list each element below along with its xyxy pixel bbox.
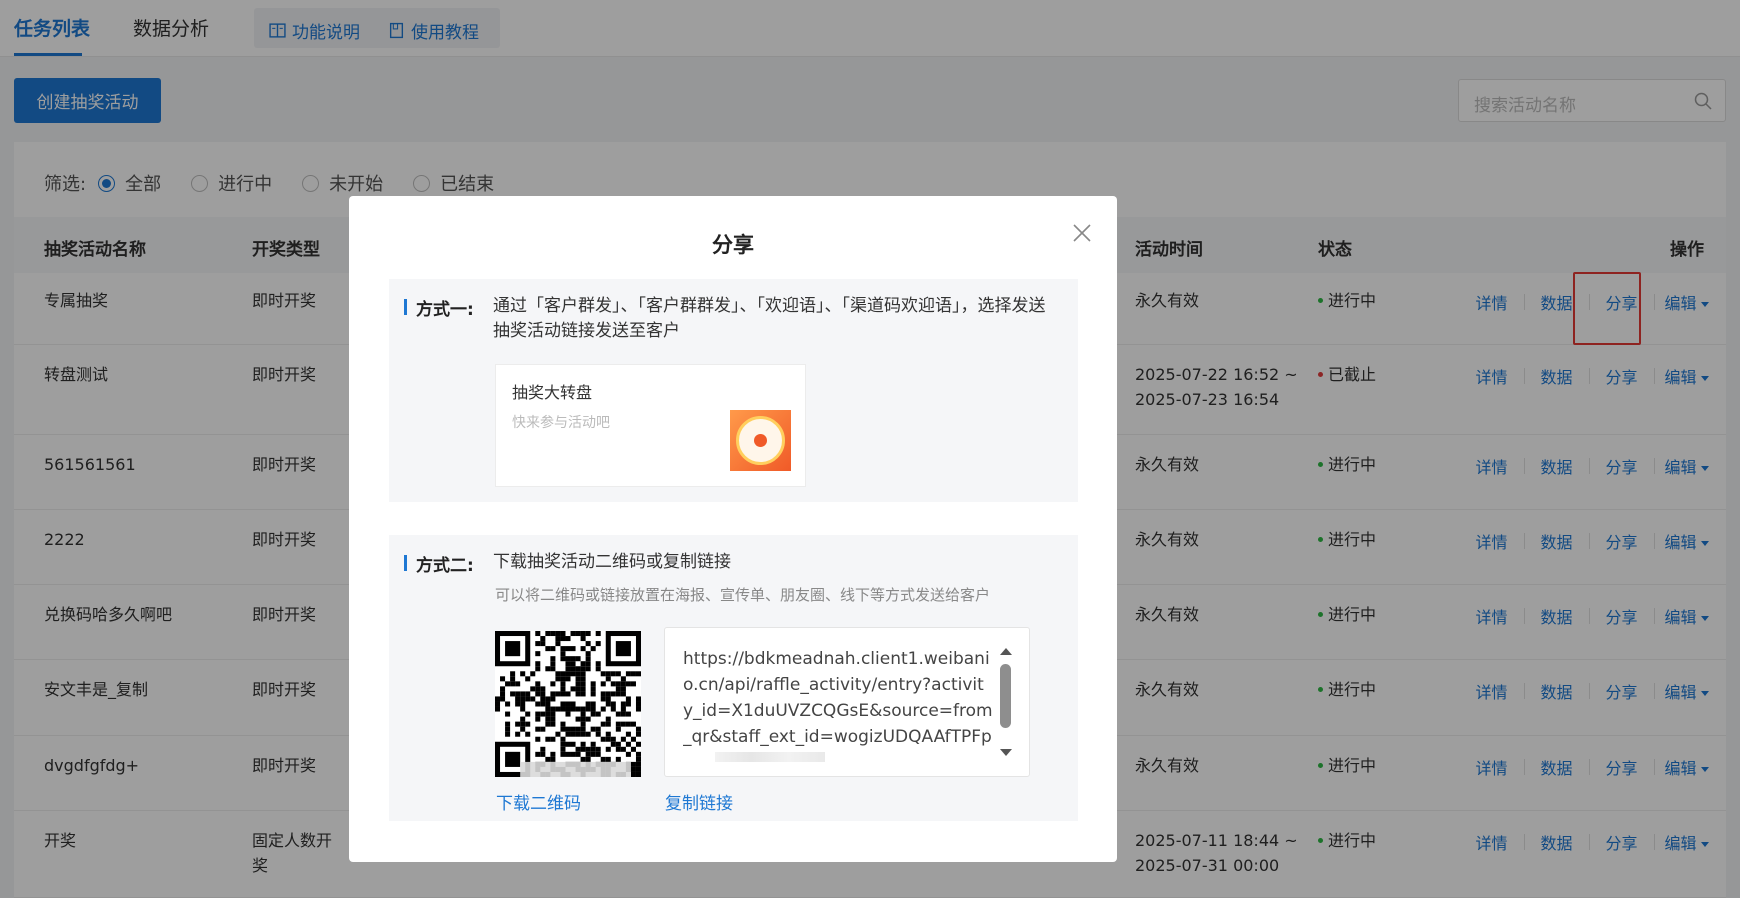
modal-title: 分享 xyxy=(712,233,754,257)
card-title: 抽奖大转盘 xyxy=(512,383,593,402)
share-card-preview: 抽奖大转盘 快来参与活动吧 xyxy=(495,364,806,487)
section-marker xyxy=(404,555,407,571)
copy-link-button[interactable]: 复制链接 xyxy=(665,789,733,814)
method-two-label: 方式二: xyxy=(416,556,474,576)
share-link-text: https://bdkmeadnah.client1.weibanio.cn/a… xyxy=(683,649,993,747)
method-two-section: 方式二: 下载抽奖活动二维码或复制链接 可以将二维码或链接放置在海报、宣传单、朋… xyxy=(389,535,1078,821)
wheel-thumbnail xyxy=(730,410,791,471)
download-qr-link[interactable]: 下载二维码 xyxy=(496,789,581,814)
qr-code-image xyxy=(495,631,641,777)
method-one-desc-line1: 通过「客户群发」、「客户群群发」、「欢迎语」、「渠道码欢迎语」，选择发送 xyxy=(493,296,1046,316)
share-link-textarea[interactable]: https://bdkmeadnah.client1.weibanio.cn/a… xyxy=(664,627,1030,777)
card-subtitle: 快来参与活动吧 xyxy=(512,415,610,431)
method-one-label: 方式一: xyxy=(416,300,474,320)
share-modal: 分享 方式一: 通过「客户群发」、「客户群群发」、「欢迎语」、「渠道码欢迎语」，… xyxy=(349,196,1117,862)
method-two-hint: 可以将二维码或链接放置在海报、宣传单、朋友圈、线下等方式发送给客户 xyxy=(495,586,991,604)
method-two-desc: 下载抽奖活动二维码或复制链接 xyxy=(493,552,731,572)
scrollbar-thumb[interactable] xyxy=(1000,664,1011,728)
redacted-text xyxy=(715,752,825,762)
section-marker xyxy=(404,299,407,315)
method-one-section: 方式一: 通过「客户群发」、「客户群群发」、「欢迎语」、「渠道码欢迎语」，选择发… xyxy=(389,279,1078,502)
scroll-down-arrow-icon[interactable] xyxy=(1000,749,1012,756)
scroll-up-arrow-icon[interactable] xyxy=(1000,648,1012,655)
method-one-desc-line2: 抽奖活动链接发送至客户 xyxy=(493,321,680,341)
close-icon[interactable] xyxy=(1071,222,1093,244)
